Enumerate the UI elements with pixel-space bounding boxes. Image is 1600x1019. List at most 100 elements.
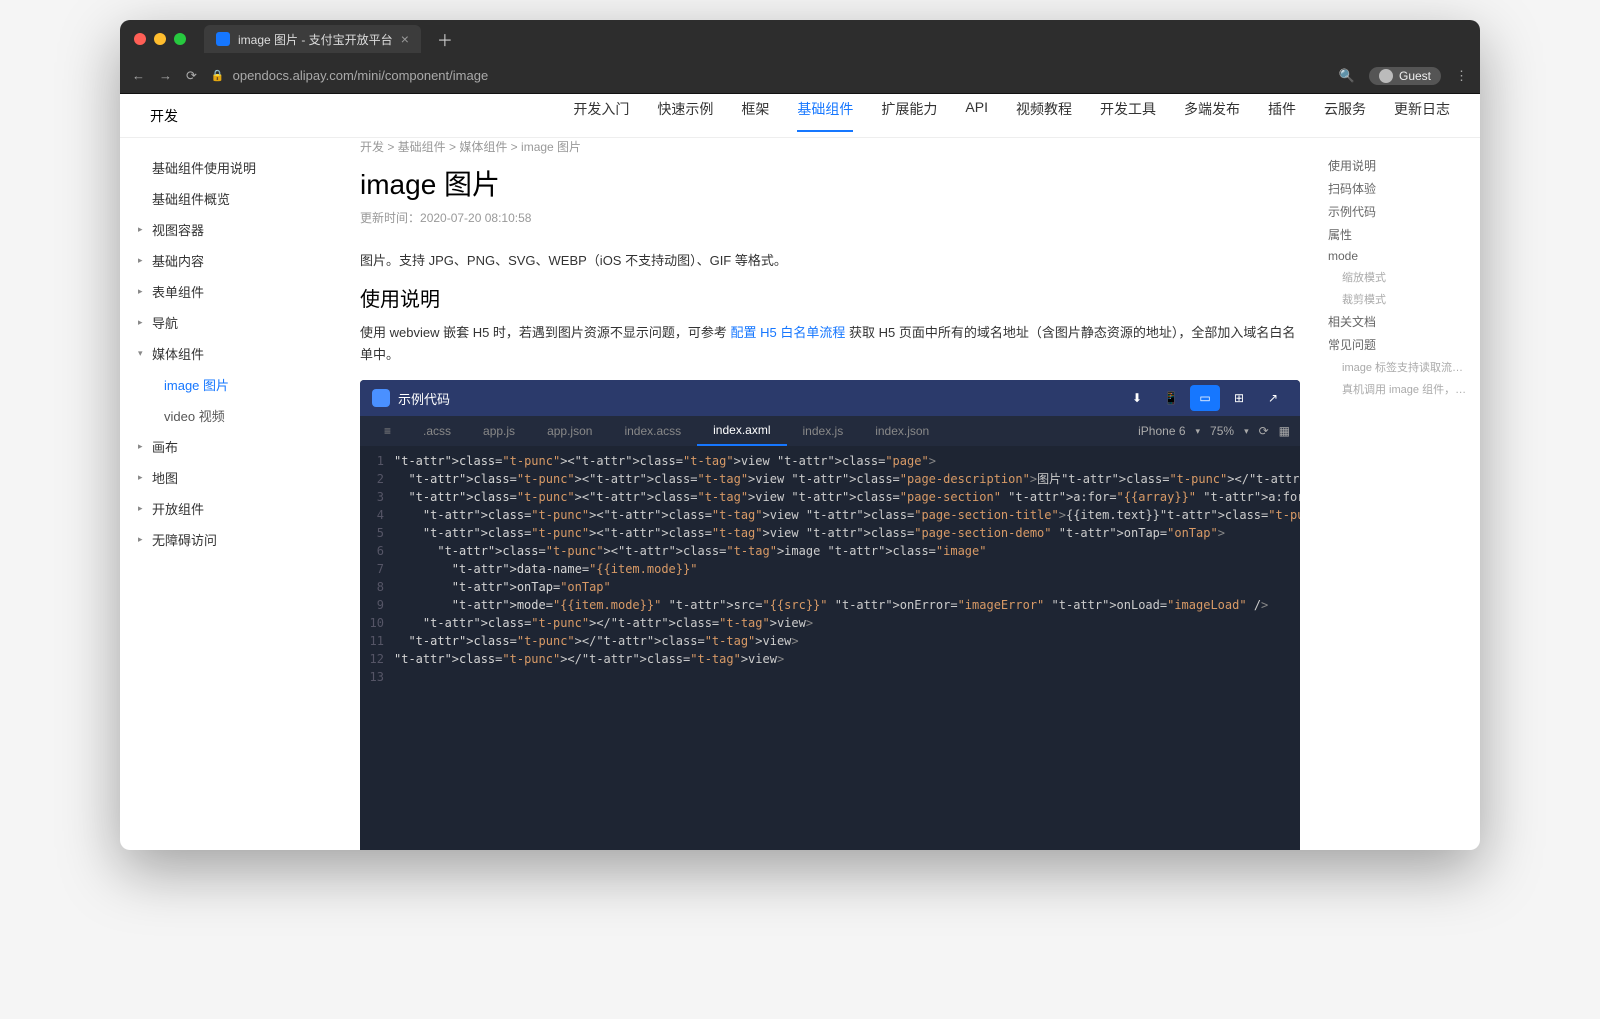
profile-chip[interactable]: Guest	[1369, 67, 1441, 85]
nav-快速示例[interactable]: 快速示例	[657, 99, 713, 132]
toc-item[interactable]: 扫码体验	[1328, 177, 1472, 200]
tab-title: image 图片 - 支付宝开放平台	[238, 31, 393, 48]
maximize-window-button[interactable]	[174, 33, 186, 45]
editor-tab[interactable]: app.js	[467, 416, 531, 446]
sim-grid-icon[interactable]: ▦	[1279, 424, 1290, 438]
intro-text: 图片。支持 JPG、PNG、SVG、WEBP（iOS 不支持动图）、GIF 等格…	[360, 250, 1300, 269]
toc-item[interactable]: 缩放模式	[1328, 266, 1472, 288]
toc-item[interactable]: 裁剪模式	[1328, 288, 1472, 310]
table-of-contents: 使用说明扫码体验示例代码属性mode缩放模式裁剪模式相关文档常见问题image …	[1320, 138, 1480, 850]
url-field[interactable]: 🔒 opendocs.alipay.com/mini/component/ima…	[211, 68, 1325, 83]
sidebar-item[interactable]: image 图片	[120, 369, 340, 400]
chevron-icon: ▸	[138, 317, 148, 328]
nav-扩展能力[interactable]: 扩展能力	[881, 99, 937, 132]
sidebar-item[interactable]: ▸视图容器	[120, 214, 340, 245]
sim-zoom-select[interactable]: 75%	[1210, 424, 1234, 438]
editor-tab[interactable]: index.axml	[697, 416, 786, 446]
phone-icon[interactable]: 📱	[1156, 385, 1186, 411]
close-tab-icon[interactable]: ×	[401, 31, 409, 47]
nav-更新日志[interactable]: 更新日志	[1394, 99, 1450, 132]
avatar-icon	[1379, 69, 1393, 83]
url-text: opendocs.alipay.com/mini/component/image	[233, 68, 489, 83]
nav-视频教程[interactable]: 视频教程	[1016, 99, 1072, 132]
nav-开发工具[interactable]: 开发工具	[1100, 99, 1156, 132]
download-icon[interactable]: ⬇	[1122, 385, 1152, 411]
nav-云服务[interactable]: 云服务	[1324, 99, 1366, 132]
toc-item[interactable]: 示例代码	[1328, 200, 1472, 223]
ide-title: 示例代码	[398, 389, 450, 408]
sim-device-select[interactable]: iPhone 6	[1138, 424, 1185, 438]
sidebar: 基础组件使用说明基础组件概览▸视图容器▸基础内容▸表单组件▸导航▾媒体组件ima…	[120, 138, 340, 850]
nav-多端发布[interactable]: 多端发布	[1184, 99, 1240, 132]
toc-item[interactable]: 常见问题	[1328, 333, 1472, 356]
new-tab-button[interactable]: ＋	[437, 27, 453, 51]
chevron-icon: ▸	[138, 224, 148, 235]
lock-icon: 🔒	[211, 69, 225, 82]
sidebar-item[interactable]: ▸开放组件	[120, 493, 340, 524]
updated-time: 更新时间：2020-07-20 08:10:58	[360, 209, 1300, 226]
toc-item[interactable]: image 标签支持读取流文…	[1328, 356, 1472, 378]
editor-tab[interactable]: app.json	[531, 416, 608, 446]
editor-tab[interactable]: ≡	[368, 416, 407, 446]
sidebar-item[interactable]: 基础组件使用说明	[120, 152, 340, 183]
nav-开发入门[interactable]: 开发入门	[573, 99, 629, 132]
editor-tab[interactable]: index.json	[859, 416, 945, 446]
sidebar-item[interactable]: ▸导航	[120, 307, 340, 338]
traffic-lights	[134, 33, 186, 45]
editor-tab[interactable]: index.acss	[608, 416, 697, 446]
code-editor[interactable]: 1"t-attr">class="t-punc"><"t-attr">class…	[360, 446, 1300, 850]
device-icon[interactable]: ▭	[1190, 385, 1220, 411]
editor-tab[interactable]: index.js	[787, 416, 860, 446]
breadcrumb: 开发 > 基础组件 > 媒体组件 > image 图片	[360, 138, 1300, 155]
sidebar-item[interactable]: 基础组件概览	[120, 183, 340, 214]
chevron-icon: ▸	[138, 441, 148, 452]
editor-tab[interactable]: .acss	[407, 416, 467, 446]
chevron-icon: ▾	[138, 348, 148, 359]
toc-item[interactable]: 相关文档	[1328, 310, 1472, 333]
code-sample-panel: 示例代码 ⬇📱▭⊞↗ ≡.acssapp.jsapp.jsonindex.acs…	[360, 380, 1300, 850]
whitelist-link[interactable]: 配置 H5 白名单流程	[731, 325, 846, 340]
chevron-down-icon: ▾	[1196, 426, 1201, 437]
back-button[interactable]: ←	[132, 68, 145, 83]
qr-icon[interactable]: ⊞	[1224, 385, 1254, 411]
toc-item[interactable]: 真机调用 image 组件，…	[1328, 378, 1472, 400]
close-window-button[interactable]	[134, 33, 146, 45]
reload-button[interactable]: ⟳	[186, 68, 197, 84]
page-title: image 图片	[360, 163, 1300, 203]
minimize-window-button[interactable]	[154, 33, 166, 45]
toc-item[interactable]: 使用说明	[1328, 154, 1472, 177]
sidebar-item[interactable]: ▸表单组件	[120, 276, 340, 307]
ide-logo-icon	[372, 389, 390, 407]
brand-title[interactable]: 开发	[150, 106, 178, 126]
sidebar-item[interactable]: ▸画布	[120, 431, 340, 462]
chevron-icon: ▸	[138, 534, 148, 545]
window-titlebar: image 图片 - 支付宝开放平台 × ＋	[120, 20, 1480, 58]
sidebar-item[interactable]: ▸基础内容	[120, 245, 340, 276]
section-title: 使用说明	[360, 283, 1300, 312]
forward-button[interactable]: →	[159, 68, 172, 83]
sim-refresh-icon[interactable]: ⟳	[1259, 424, 1269, 438]
nav-框架[interactable]: 框架	[741, 99, 769, 132]
site-top-nav: 开发 开发入门快速示例框架基础组件扩展能力 API 视频教程开发工具多端发布插件云服…	[120, 94, 1480, 138]
section-paragraph: 使用 webview 嵌套 H5 时，若遇到图片资源不显示问题，可参考 配置 H…	[360, 322, 1300, 366]
favicon-icon	[216, 32, 230, 46]
chevron-icon: ▸	[138, 255, 148, 266]
nav-基础组件[interactable]: 基础组件	[797, 99, 853, 132]
sidebar-item[interactable]: ▸无障碍访问	[120, 524, 340, 555]
nav-API[interactable]: API	[965, 99, 988, 132]
sidebar-item[interactable]: ▾媒体组件	[120, 338, 340, 369]
browser-tab[interactable]: image 图片 - 支付宝开放平台 ×	[204, 25, 421, 53]
toc-item[interactable]: mode	[1328, 246, 1472, 266]
menu-icon[interactable]: ⋮	[1455, 68, 1468, 84]
chevron-icon: ▸	[138, 286, 148, 297]
nav-插件[interactable]: 插件	[1268, 99, 1296, 132]
share-icon[interactable]: ↗	[1258, 385, 1288, 411]
main-content: 开发 > 基础组件 > 媒体组件 > image 图片 image 图片 更新时…	[340, 138, 1320, 850]
chevron-down-icon: ▾	[1244, 426, 1249, 437]
toc-item[interactable]: 属性	[1328, 223, 1472, 246]
search-icon[interactable]: 🔍	[1339, 68, 1355, 84]
chevron-icon: ▸	[138, 472, 148, 483]
address-bar: ← → ⟳ 🔒 opendocs.alipay.com/mini/compone…	[120, 58, 1480, 94]
sidebar-item[interactable]: video 视频	[120, 400, 340, 431]
sidebar-item[interactable]: ▸地图	[120, 462, 340, 493]
